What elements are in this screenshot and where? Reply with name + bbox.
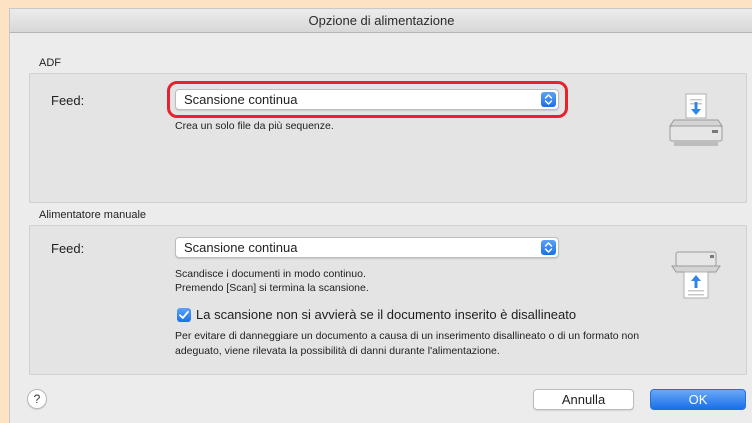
scanner-feed-down-icon — [669, 93, 723, 146]
checkmark-icon — [179, 310, 189, 319]
adf-group: Feed: Scansione continua Crea un solo fi… — [29, 73, 747, 203]
manual-feed-select[interactable]: Scansione continua — [175, 237, 559, 258]
manual-feed-select-value: Scansione continua — [184, 240, 298, 255]
adf-section-label: ADF — [39, 57, 61, 69]
select-stepper-icon — [541, 240, 556, 255]
adf-feed-description: Crea un solo file da più sequenze. — [175, 120, 334, 132]
highlight-annotation — [167, 81, 568, 118]
manual-feed-description-line1: Scandisce i documenti in modo continuo. — [175, 268, 366, 280]
manual-group: Feed: Scansione continua Scandisce i doc… — [29, 225, 747, 375]
scanner-feed-up-icon — [671, 251, 721, 299]
manual-section-label: Alimentatore manuale — [39, 209, 147, 221]
dialog-title: Opzione di alimentazione — [10, 9, 752, 33]
skew-detection-checkbox[interactable] — [177, 308, 191, 322]
ok-button[interactable]: OK — [650, 389, 746, 410]
manual-feed-description-line2: Premendo [Scan] si termina la scansione. — [175, 282, 369, 294]
skew-detection-description-line2: adeguato, viene rilevata la possibilità … — [175, 345, 500, 357]
feed-option-dialog: Opzione di alimentazione ADF Feed: Scans… — [9, 8, 752, 423]
cancel-button[interactable]: Annulla — [533, 389, 634, 410]
help-button[interactable]: ? — [27, 389, 47, 409]
manual-feed-label: Feed: — [51, 241, 85, 256]
adf-feed-label: Feed: — [51, 93, 85, 108]
skew-detection-description-line1: Per evitare di danneggiare un documento … — [175, 330, 640, 342]
skew-detection-checkbox-label[interactable]: La scansione non si avvierà se il docume… — [196, 307, 576, 322]
